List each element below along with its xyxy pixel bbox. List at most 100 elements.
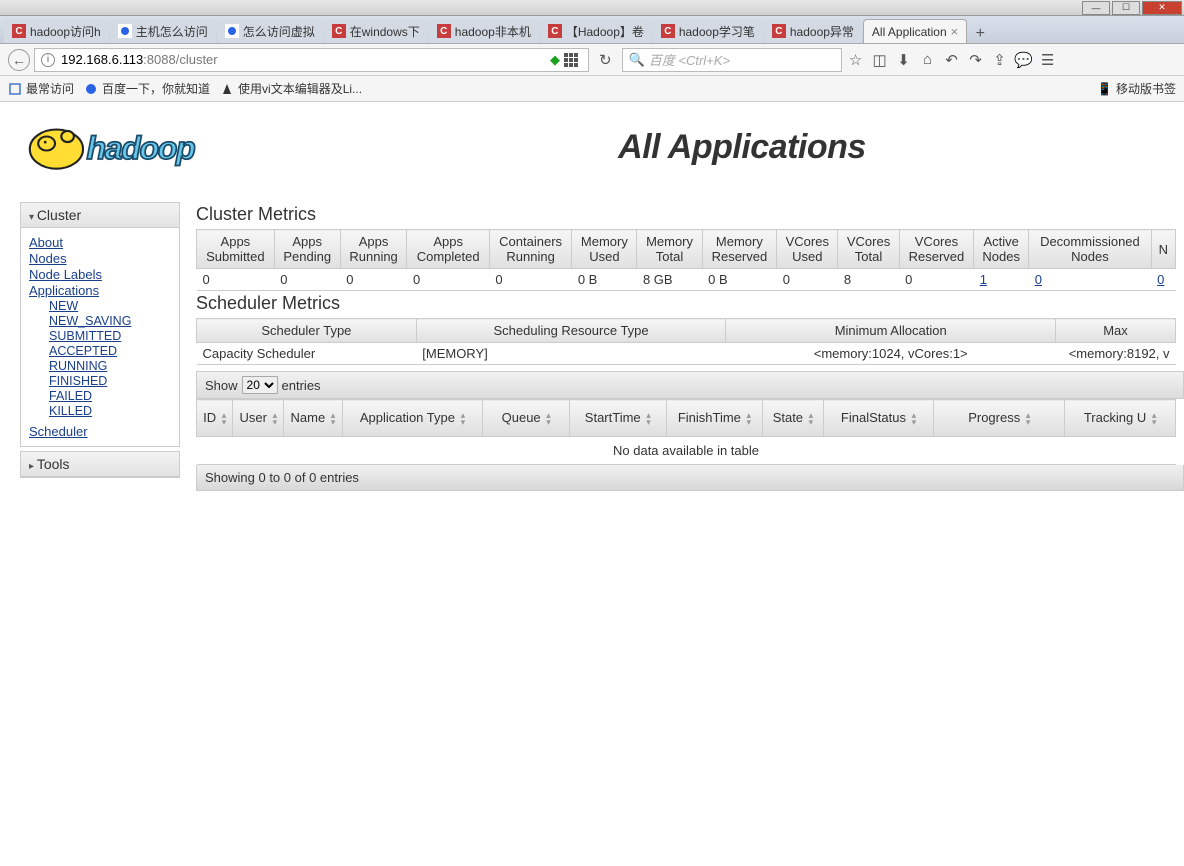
sidebar-about-link[interactable]: About bbox=[29, 235, 171, 250]
show-entries-bar: Show 20 entries bbox=[196, 371, 1184, 399]
app-col-header[interactable]: Queue ▴▾ bbox=[483, 400, 570, 437]
cm-value: 8 GB bbox=[637, 269, 702, 291]
sm-col-header: Minimum Allocation bbox=[726, 319, 1056, 343]
app-col-header[interactable]: Name ▴▾ bbox=[284, 400, 342, 437]
cm-value[interactable]: 1 bbox=[974, 269, 1029, 291]
tab-7[interactable]: Chadoop异常 bbox=[764, 19, 862, 43]
sidebar-scheduler-link[interactable]: Scheduler bbox=[29, 424, 171, 439]
library-button[interactable]: ◫ bbox=[870, 50, 890, 70]
tab-2[interactable]: 怎么访问虚拟 bbox=[217, 19, 323, 43]
sm-col-header: Scheduling Resource Type bbox=[416, 319, 726, 343]
sidebar-nodes-link[interactable]: Nodes bbox=[29, 251, 171, 266]
sidebar-failed-link[interactable]: FAILED bbox=[49, 389, 171, 403]
bookmark-item[interactable]: 使用vi文本编辑器及Li... bbox=[220, 80, 362, 97]
cm-value: 0 bbox=[197, 269, 275, 291]
address-input[interactable]: i 192.168.6.113:8088/cluster ◆ bbox=[34, 48, 589, 72]
app-col-header[interactable]: Tracking U ▴▾ bbox=[1065, 400, 1176, 437]
sm-value: <memory:8192, v bbox=[1056, 343, 1176, 365]
app-col-header[interactable]: StartTime ▴▾ bbox=[570, 400, 667, 437]
app-col-header[interactable]: Application Type ▴▾ bbox=[342, 400, 483, 437]
sidebar-killed-link[interactable]: KILLED bbox=[49, 404, 171, 418]
tab-5[interactable]: C【Hadoop】卷 bbox=[540, 19, 652, 43]
cm-value[interactable]: 0 bbox=[1151, 269, 1175, 291]
sidebar-applications-link[interactable]: Applications bbox=[29, 283, 171, 298]
bookmark-item[interactable]: 百度一下，你就知道 bbox=[84, 80, 210, 97]
app-col-header[interactable]: ID ▴▾ bbox=[197, 400, 233, 437]
cm-col-header: MemoryUsed bbox=[572, 230, 637, 269]
app-col-header[interactable]: User ▴▾ bbox=[233, 400, 284, 437]
sidebar-finished-link[interactable]: FINISHED bbox=[49, 374, 171, 388]
baidu-icon bbox=[225, 24, 239, 38]
tab-4[interactable]: Chadoop非本机 bbox=[429, 19, 539, 43]
cm-value: 0 B bbox=[572, 269, 637, 291]
qr-icon[interactable] bbox=[564, 53, 578, 67]
menu-button[interactable]: ☰ bbox=[1038, 50, 1058, 70]
app-col-header[interactable]: FinalStatus ▴▾ bbox=[823, 400, 934, 437]
browser-urlbar: ← i 192.168.6.113:8088/cluster ◆ ↻ 🔍百度 <… bbox=[0, 44, 1184, 76]
cluster-metrics-table: AppsSubmittedAppsPendingAppsRunningAppsC… bbox=[196, 229, 1176, 291]
share-button[interactable]: ⇪ bbox=[990, 50, 1010, 70]
undo-button[interactable]: ↶ bbox=[942, 50, 962, 70]
search-icon: 🔍 bbox=[629, 52, 645, 68]
search-input[interactable]: 🔍百度 <Ctrl+K> bbox=[622, 48, 842, 72]
new-tab-button[interactable]: + bbox=[968, 25, 992, 43]
svg-text:hadoop: hadoop bbox=[87, 130, 196, 166]
sidebar-submitted-link[interactable]: SUBMITTED bbox=[49, 329, 171, 343]
sidebar-node-labels-link[interactable]: Node Labels bbox=[29, 267, 171, 282]
cm-col-header: AppsRunning bbox=[340, 230, 407, 269]
tab-close-icon[interactable]: × bbox=[951, 24, 959, 39]
app-col-header[interactable]: FinishTime ▴▾ bbox=[666, 400, 763, 437]
reload-button[interactable]: ↻ bbox=[599, 51, 612, 69]
window-min-button[interactable]: — bbox=[1082, 1, 1110, 15]
bookmark-star-button[interactable]: ☆ bbox=[846, 50, 866, 70]
csdn-icon: C bbox=[437, 24, 451, 38]
sm-value: <memory:1024, vCores:1> bbox=[726, 343, 1056, 365]
csdn-icon: C bbox=[661, 24, 675, 38]
entries-select[interactable]: 20 bbox=[242, 376, 278, 394]
tab-3[interactable]: C在windows下 bbox=[324, 19, 428, 43]
csdn-icon: C bbox=[332, 24, 346, 38]
bookmark-item[interactable]: 最常访问 bbox=[8, 80, 74, 97]
cm-col-header: ContainersRunning bbox=[489, 230, 571, 269]
app-col-header[interactable]: State ▴▾ bbox=[763, 400, 823, 437]
site-info-icon[interactable]: i bbox=[41, 53, 55, 67]
tab-0[interactable]: Chadoop访问h bbox=[4, 19, 109, 43]
cm-col-header: ActiveNodes bbox=[974, 230, 1029, 269]
hadoop-logo: hadoop bbox=[20, 112, 300, 182]
scheduler-metrics-heading: Scheduler Metrics bbox=[196, 293, 1184, 314]
back-button[interactable]: ← bbox=[8, 49, 30, 71]
bookmarks-bar: 最常访问 百度一下，你就知道 使用vi文本编辑器及Li... 📱移动版书签 bbox=[0, 76, 1184, 102]
csdn-icon: C bbox=[772, 24, 786, 38]
download-button[interactable]: ⬇ bbox=[894, 50, 914, 70]
sidebar-tools-head[interactable]: Tools bbox=[21, 452, 179, 477]
sm-col-header: Max bbox=[1056, 319, 1176, 343]
sidebar-running-link[interactable]: RUNNING bbox=[49, 359, 171, 373]
app-col-header[interactable]: Progress ▴▾ bbox=[934, 400, 1065, 437]
sidebar-accepted-link[interactable]: ACCEPTED bbox=[49, 344, 171, 358]
cm-value: 0 B bbox=[702, 269, 777, 291]
tab-6[interactable]: Chadoop学习笔 bbox=[653, 19, 763, 43]
window-max-button[interactable]: ☐ bbox=[1112, 1, 1140, 15]
home-button[interactable]: ⌂ bbox=[918, 50, 938, 70]
csdn-icon: C bbox=[12, 24, 26, 38]
tab-active[interactable]: All Application× bbox=[863, 19, 967, 43]
redo-button[interactable]: ↷ bbox=[966, 50, 986, 70]
cm-value: 0 bbox=[899, 269, 974, 291]
cm-col-header: VCoresUsed bbox=[777, 230, 838, 269]
cm-value: 8 bbox=[838, 269, 899, 291]
cm-value: 0 bbox=[489, 269, 571, 291]
cm-value: 0 bbox=[777, 269, 838, 291]
cm-value: 0 bbox=[274, 269, 340, 291]
browser-tabstrip: Chadoop访问h 主机怎么访问 怎么访问虚拟 C在windows下 Chad… bbox=[0, 16, 1184, 44]
sidebar-cluster-head[interactable]: Cluster bbox=[21, 203, 179, 228]
sidebar-new-saving-link[interactable]: NEW_SAVING bbox=[49, 314, 171, 328]
scheduler-metrics-table: Scheduler TypeScheduling Resource TypeMi… bbox=[196, 318, 1176, 365]
window-close-button[interactable]: ✕ bbox=[1142, 1, 1182, 15]
page-title: All Applications bbox=[300, 128, 1184, 167]
chat-button[interactable]: 💬 bbox=[1014, 50, 1034, 70]
mobile-bookmarks[interactable]: 📱移动版书签 bbox=[1097, 80, 1176, 97]
tab-1[interactable]: 主机怎么访问 bbox=[110, 19, 216, 43]
cm-value[interactable]: 0 bbox=[1029, 269, 1151, 291]
shield-icon[interactable]: ◆ bbox=[550, 52, 560, 68]
sidebar-new-link[interactable]: NEW bbox=[49, 299, 171, 313]
